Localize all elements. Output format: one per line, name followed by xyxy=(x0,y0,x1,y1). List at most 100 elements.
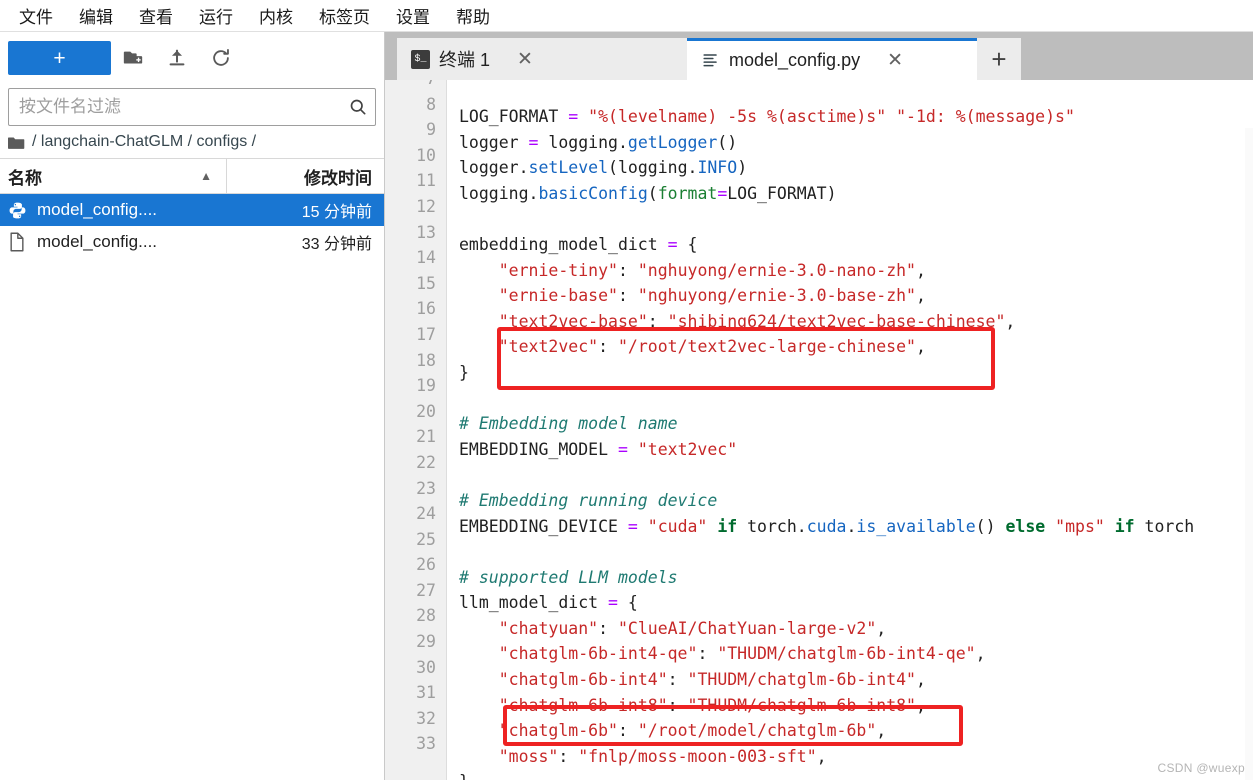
line-number: 20 xyxy=(416,401,436,421)
line-number: 21 xyxy=(416,427,436,447)
menu-run[interactable]: 运行 xyxy=(186,1,246,30)
line-number: 19 xyxy=(416,376,436,396)
line-number: 24 xyxy=(416,504,436,524)
line-number: 17 xyxy=(416,324,436,344)
main-area: $_ 终端 1 ✕ model_config.py ✕ + 7 8 9 10 11 12 13 14 1… xyxy=(385,32,1253,780)
editor-scrollbar[interactable] xyxy=(1245,128,1253,780)
code-line[interactable]: embedding_model_dict = { xyxy=(459,232,1253,258)
code-line[interactable]: "chatglm-6b-int8": "THUDM/chatglm-6b-int… xyxy=(459,693,1253,719)
line-number-gutter: 7 8 9 10 11 12 13 14 15 16 17 18 19 20 21 22 23 24 25 26 27 2… xyxy=(385,80,447,780)
code-line[interactable] xyxy=(459,386,1253,412)
code-line[interactable]: "text2vec": "/root/text2vec-large-chines… xyxy=(459,334,1253,360)
code-line[interactable]: "chatglm-6b": "/root/model/chatglm-6b", xyxy=(459,718,1253,744)
line-number: 14 xyxy=(416,248,436,268)
text-file-icon xyxy=(701,51,720,70)
tab-label: 终端 1 xyxy=(439,50,491,70)
column-header-name[interactable]: 名称 ▲ xyxy=(0,159,227,193)
code-line[interactable]: } xyxy=(459,360,1253,386)
code-editor[interactable]: 7 8 9 10 11 12 13 14 15 16 17 18 19 20 21 22 23 24 25 26 27 2… xyxy=(385,80,1253,780)
generic-file-icon xyxy=(8,232,34,252)
breadcrumb[interactable]: / langchain-ChatGLM / configs / xyxy=(0,126,384,158)
code-line[interactable]: # Embedding running device xyxy=(459,488,1253,514)
file-modified-time: 15 分钟前 xyxy=(301,204,372,221)
tab-bar: $_ 终端 1 ✕ model_config.py ✕ + xyxy=(385,32,1253,80)
upload-icon[interactable] xyxy=(155,41,199,75)
add-tab-button[interactable]: + xyxy=(977,38,1021,80)
line-number: 25 xyxy=(416,529,436,549)
file-modified-time: 33 分钟前 xyxy=(301,236,372,253)
code-line[interactable]: "chatglm-6b-int4-qe": "THUDM/chatglm-6b-… xyxy=(459,641,1253,667)
close-icon[interactable]: ✕ xyxy=(517,50,533,69)
file-filter[interactable] xyxy=(8,88,376,126)
line-number: 12 xyxy=(416,196,436,216)
line-number: 30 xyxy=(416,657,436,677)
line-number: 7 xyxy=(385,80,436,92)
menu-kernel[interactable]: 内核 xyxy=(246,1,306,30)
line-number: 11 xyxy=(416,171,436,191)
file-list-item[interactable]: model_config.... 15 分钟前 xyxy=(0,194,384,226)
close-icon[interactable]: ✕ xyxy=(887,51,903,70)
tab-label: model_config.py xyxy=(729,50,861,70)
search-icon[interactable] xyxy=(341,97,375,117)
menu-view[interactable]: 查看 xyxy=(126,1,186,30)
menu-settings[interactable]: 设置 xyxy=(383,1,443,30)
code-line[interactable]: } xyxy=(459,769,1253,780)
code-line[interactable]: EMBEDDING_DEVICE = "cuda" if torch.cuda.… xyxy=(459,514,1253,540)
line-number: 18 xyxy=(416,350,436,370)
code-line[interactable]: logger = logging.getLogger() xyxy=(459,130,1253,156)
new-launcher-button[interactable]: + xyxy=(8,41,111,75)
file-browser-sidebar: + 按文件名过滤 / langchain-ChatGLM / configs /… xyxy=(0,32,385,780)
file-list-item[interactable]: model_config.... 33 分钟前 xyxy=(0,226,384,258)
file-list-header: 名称 ▲ 修改时间 xyxy=(0,158,384,194)
line-number: 13 xyxy=(416,222,436,242)
file-name: model_config.... xyxy=(37,200,158,219)
code-line[interactable]: EMBEDDING_MODEL = "text2vec" xyxy=(459,437,1253,463)
menu-help[interactable]: 帮助 xyxy=(443,1,503,30)
code-line[interactable] xyxy=(459,206,1253,232)
terminal-icon: $_ xyxy=(411,49,430,69)
code-line[interactable] xyxy=(459,539,1253,565)
search-input[interactable] xyxy=(9,97,341,117)
menu-tabs[interactable]: 标签页 xyxy=(306,1,383,30)
line-number: 31 xyxy=(416,683,436,703)
python-file-icon xyxy=(8,201,34,220)
breadcrumb-path[interactable]: / langchain-ChatGLM / configs / xyxy=(32,133,256,151)
code-line[interactable]: "chatglm-6b-int4": "THUDM/chatglm-6b-int… xyxy=(459,667,1253,693)
refresh-icon[interactable] xyxy=(199,41,243,75)
line-number: 9 xyxy=(426,120,436,140)
column-header-modified[interactable]: 修改时间 xyxy=(227,164,384,189)
line-number: 27 xyxy=(416,580,436,600)
menu-file[interactable]: 文件 xyxy=(6,1,66,30)
line-number: 32 xyxy=(416,708,436,728)
line-number: 8 xyxy=(426,94,436,114)
app-shell: + 按文件名过滤 / langchain-ChatGLM / configs /… xyxy=(0,32,1253,780)
folder-icon[interactable] xyxy=(8,135,25,150)
code-line[interactable] xyxy=(459,462,1253,488)
code-line[interactable]: logging.basicConfig(format=LOG_FORMAT) xyxy=(459,181,1253,207)
code-line[interactable]: llm_model_dict = { xyxy=(459,590,1253,616)
line-number: 26 xyxy=(416,555,436,575)
code-line[interactable]: "ernie-tiny": "nghuyong/ernie-3.0-nano-z… xyxy=(459,258,1253,284)
new-folder-icon[interactable] xyxy=(111,41,155,75)
file-browser-toolbar: + xyxy=(0,32,384,84)
menu-edit[interactable]: 编辑 xyxy=(66,1,126,30)
code-line[interactable]: # Embedding model name xyxy=(459,411,1253,437)
line-number: 15 xyxy=(416,273,436,293)
code-line[interactable]: "text2vec-base": "shibing624/text2vec-ba… xyxy=(459,309,1253,335)
code-line[interactable]: LOG_FORMAT = "%(levelname) -5s %(asctime… xyxy=(459,104,1253,130)
file-list: model_config.... 15 分钟前 model_config.... 33… xyxy=(0,194,384,258)
menu-bar: 文件 编辑 查看 运行 内核 标签页 设置 帮助 xyxy=(0,0,1253,32)
sort-ascending-icon: ▲ xyxy=(200,169,212,183)
file-name: model_config.... xyxy=(37,232,158,251)
code-line[interactable]: "moss": "fnlp/moss-moon-003-sft", xyxy=(459,744,1253,770)
tab-model-config[interactable]: model_config.py ✕ xyxy=(687,38,977,80)
code-content[interactable]: LOG_FORMAT = "%(levelname) -5s %(asctime… xyxy=(447,80,1253,780)
code-line[interactable]: # supported LLM models xyxy=(459,565,1253,591)
line-number: 33 xyxy=(416,734,436,754)
tab-terminal[interactable]: $_ 终端 1 ✕ xyxy=(397,38,687,80)
code-line[interactable]: logger.setLevel(logging.INFO) xyxy=(459,155,1253,181)
line-number: 28 xyxy=(416,606,436,626)
code-line[interactable]: "ernie-base": "nghuyong/ernie-3.0-base-z… xyxy=(459,283,1253,309)
code-line[interactable]: "chatyuan": "ClueAI/ChatYuan-large-v2", xyxy=(459,616,1253,642)
column-header-name-label: 名称 xyxy=(8,168,42,188)
